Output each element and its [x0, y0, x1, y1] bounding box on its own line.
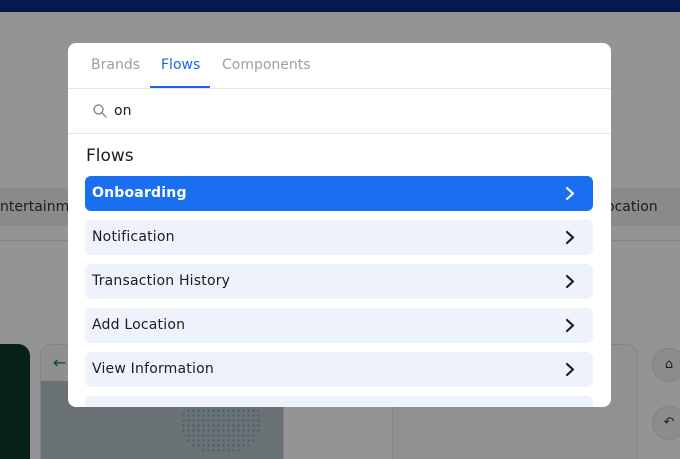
search-icon [93, 104, 107, 118]
list-item[interactable]: Onboarding [85, 176, 593, 211]
tab-flows[interactable]: Flows [161, 57, 200, 73]
list-item[interactable] [85, 396, 593, 407]
search-input[interactable] [114, 99, 584, 123]
chevron-right-icon [565, 230, 575, 245]
chevron-right-icon [565, 318, 575, 333]
list-item-label: View Information [92, 361, 214, 377]
tab-brands[interactable]: Brands [91, 57, 140, 73]
tab-bar: Brands Flows Components [68, 43, 611, 89]
list-item[interactable]: Add Location [85, 308, 593, 343]
list-item-label: Transaction History [92, 273, 231, 289]
list-item-label: Notification [92, 229, 175, 245]
chevron-right-icon [565, 362, 575, 377]
chevron-right-icon [565, 186, 575, 201]
search-modal: Brands Flows Components Flows Onboarding… [68, 43, 611, 407]
list-item-label: Onboarding [92, 185, 187, 201]
list-item-label: Add Location [92, 317, 186, 333]
list-item[interactable]: View Information [85, 352, 593, 387]
active-tab-indicator [150, 86, 210, 88]
chevron-right-icon [565, 274, 575, 289]
list-item[interactable]: Notification [85, 220, 593, 255]
section-title: Flows [86, 146, 134, 166]
list-item[interactable]: Transaction History [85, 264, 593, 299]
search-bar [68, 89, 611, 134]
tab-components[interactable]: Components [222, 57, 311, 73]
